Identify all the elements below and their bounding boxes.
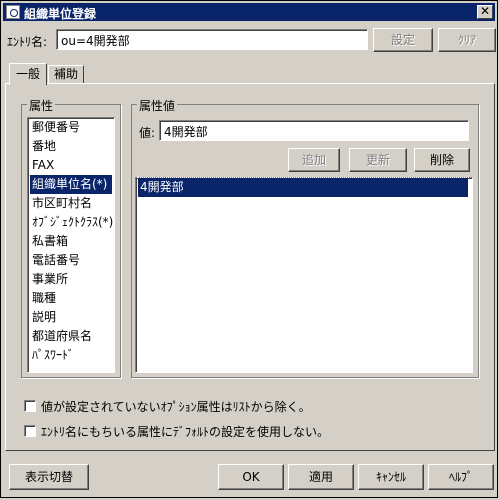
attribute-item-fax[interactable]: FAX	[30, 156, 54, 175]
value-label: 値:	[139, 126, 156, 140]
attribute-item-job-type[interactable]: 職種	[30, 289, 56, 308]
clear-button[interactable]: ｸﾘｱ	[438, 28, 496, 52]
add-button[interactable]: 追加	[288, 148, 340, 172]
attribute-item-office[interactable]: 事業所	[30, 270, 68, 289]
attribute-item-street[interactable]: 番地	[30, 137, 56, 156]
no-default-label: ｴﾝﾄﾘ名にもちいる属性にﾃﾞﾌｫﾙﾄの設定を使用しない。	[41, 425, 330, 439]
entry-name-field[interactable]: ou=4開発部	[56, 29, 368, 50]
entry-name-label: ｴﾝﾄﾘ名:	[7, 35, 48, 49]
dialog-window: 組織単位登録 ✕ ｴﾝﾄﾘ名: ou=4開発部 設定 ｸﾘｱ 一般 補助 属性 …	[0, 0, 498, 498]
set-button[interactable]: 設定	[373, 28, 433, 52]
cancel-button[interactable]: ｷｬﾝｾﾙ	[358, 464, 424, 490]
value-list[interactable]: 4開発部	[135, 177, 473, 373]
no-default-checkbox[interactable]	[24, 425, 36, 437]
exclude-unset-label: 値が設定されていないｵﾌﾟｼｮﾝ属性はﾘｽﾄから除く。	[41, 400, 311, 414]
value-field[interactable]: 4開発部	[159, 120, 469, 141]
attribute-item-po-box[interactable]: 私書箱	[30, 232, 68, 251]
ok-button[interactable]: OK	[218, 464, 284, 490]
attribute-item-ou-name[interactable]: 組織単位名(*)	[30, 175, 112, 194]
update-button[interactable]: 更新	[349, 148, 407, 172]
attribute-item-city[interactable]: 市区町村名	[30, 194, 92, 213]
tab-supplementary[interactable]: 補助	[48, 65, 84, 83]
attribute-item-phone[interactable]: 電話番号	[30, 251, 80, 270]
help-button[interactable]: ﾍﾙﾌﾟ	[428, 464, 494, 490]
value-item[interactable]: 4開発部	[137, 177, 469, 198]
exclude-unset-checkbox[interactable]	[24, 400, 36, 412]
attribute-item-objectclass[interactable]: ｵﾌﾞｼﾞｪｸﾄｸﾗｽ(*)	[30, 213, 113, 232]
attribute-group-title: 属性	[27, 97, 56, 114]
toggle-view-button[interactable]: 表示切替	[9, 464, 89, 490]
attribute-item-description[interactable]: 説明	[30, 308, 56, 327]
close-button[interactable]: ✕	[477, 5, 493, 19]
attribute-value-group-title: 属性値	[137, 97, 178, 114]
attribute-item-postal-code[interactable]: 郵便番号	[30, 118, 80, 137]
attribute-list[interactable]: 郵便番号 番地 FAX 組織単位名(*) 市区町村名 ｵﾌﾞｼﾞｪｸﾄｸﾗｽ(*…	[27, 117, 115, 373]
title-bar[interactable]: 組織単位登録 ✕	[3, 3, 495, 21]
tab-general[interactable]: 一般	[9, 63, 47, 85]
delete-button[interactable]: 削除	[414, 148, 470, 172]
app-icon	[6, 5, 20, 19]
attribute-item-prefecture[interactable]: 都道府県名	[30, 327, 92, 346]
window-title: 組織単位登録	[24, 7, 97, 21]
apply-button[interactable]: 適用	[288, 464, 354, 490]
attribute-item-password[interactable]: ﾊﾟｽﾜｰﾄﾞ	[30, 346, 74, 365]
